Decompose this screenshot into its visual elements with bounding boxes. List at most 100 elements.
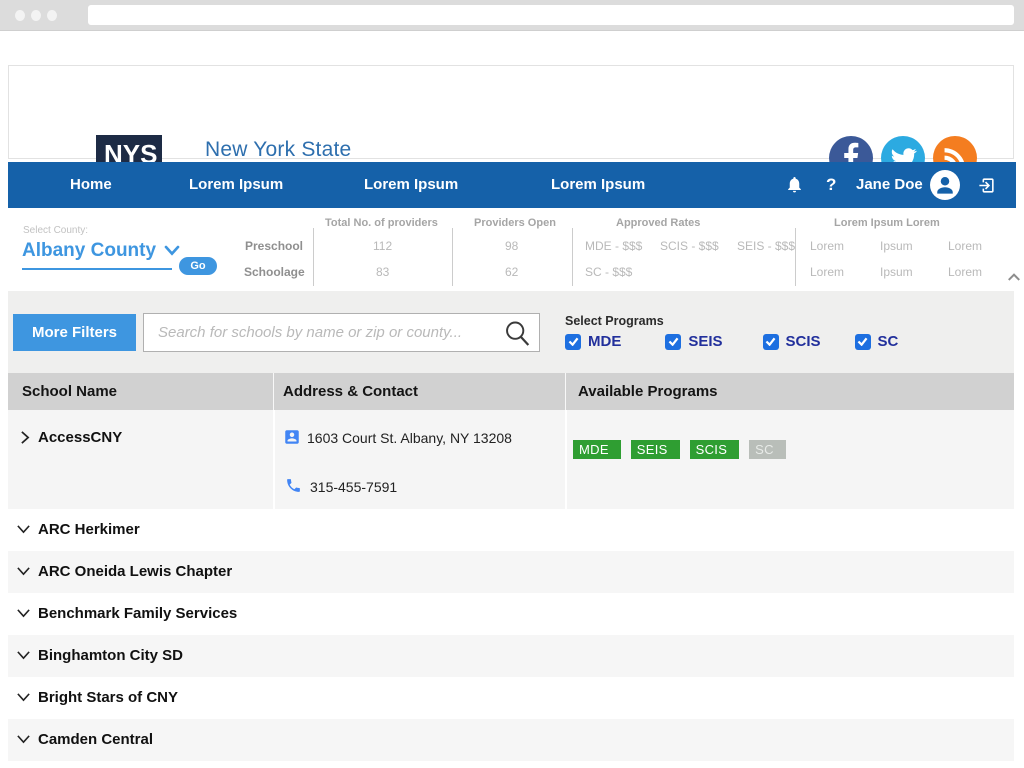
school-name: Benchmark Family Services: [38, 605, 238, 622]
county-dropdown-value[interactable]: Albany County: [22, 240, 156, 262]
row-label-schoolage: Schoolage: [244, 265, 305, 279]
go-button[interactable]: Go: [179, 257, 217, 275]
county-dropdown[interactable]: Albany County: [22, 240, 180, 262]
phone-icon: [287, 479, 300, 492]
stat-value: Lorem: [810, 239, 845, 253]
checkbox-label-mde: MDE: [588, 333, 622, 350]
checkbox-label-seis: SEIS: [688, 333, 723, 350]
search-icon[interactable]: [502, 318, 533, 349]
divider: [452, 228, 453, 286]
logout-icon[interactable]: [977, 176, 996, 195]
nav-item-1[interactable]: Lorem Ipsum: [189, 162, 283, 208]
check-icon: [765, 337, 776, 346]
stat-value: Lorem: [810, 265, 845, 279]
stat-value: MDE - $$$: [585, 239, 643, 253]
school-name: AccessCNY: [38, 429, 123, 446]
program-checkboxes: MDE SEIS SCIS SC: [565, 333, 898, 350]
county-underline: [22, 268, 172, 270]
stat-value: SEIS - $$$: [737, 239, 796, 253]
help-icon[interactable]: ?: [826, 162, 836, 208]
checkbox-mde[interactable]: [565, 333, 581, 350]
nav-item-home[interactable]: Home: [70, 162, 112, 208]
stat-value: SC - $$$: [585, 265, 633, 279]
stat-col-header: Providers Open: [474, 217, 556, 229]
site-header: NYS ED .gov New York State EDUCATION DEP…: [8, 65, 1014, 268]
chevron-down-icon[interactable]: [164, 245, 180, 257]
checkbox-label-scis: SCIS: [785, 333, 821, 350]
column-header-school-name: School Name: [22, 383, 118, 400]
column-header-programs: Available Programs: [578, 383, 718, 400]
column-header-address: Address & Contact: [283, 383, 419, 400]
select-county-label: Select County:: [23, 225, 89, 236]
check-icon: [568, 337, 578, 346]
checkbox-sc[interactable]: [854, 333, 871, 350]
stat-col-header: Lorem Ipsum Lorem: [834, 217, 940, 229]
nav-item-2[interactable]: Lorem Ipsum: [364, 162, 458, 208]
url-bar[interactable]: [88, 5, 1014, 25]
table-row[interactable]: Camden Central: [8, 719, 1014, 761]
chevron-down-icon[interactable]: [16, 648, 31, 662]
school-name: ARC Herkimer: [38, 521, 140, 538]
checkbox-scis[interactable]: [762, 333, 779, 350]
brand-line-1: New York State: [205, 138, 352, 161]
divider: [565, 373, 566, 410]
school-name: Camden Central: [38, 731, 154, 748]
chevron-down-icon[interactable]: [16, 564, 31, 578]
table-row[interactable]: Binghamton City SD: [8, 635, 1014, 677]
checkbox-seis[interactable]: [665, 333, 682, 350]
contact-card-icon: [285, 430, 299, 444]
program-badge-mde: MDE: [573, 440, 621, 459]
window-control-dot[interactable]: [15, 10, 25, 21]
nav-item-3[interactable]: Lorem Ipsum: [551, 162, 645, 208]
stat-value: 112: [373, 239, 393, 253]
table-row[interactable]: ARC Oneida Lewis Chapter: [8, 551, 1014, 593]
stat-value: Ipsum: [880, 239, 913, 253]
table-row[interactable]: Bright Stars of CNY: [8, 677, 1014, 719]
stat-value: 83: [376, 265, 390, 279]
bell-icon[interactable]: [785, 175, 804, 194]
program-badge-sc: SC: [749, 440, 786, 459]
stat-col-header: Approved Rates: [616, 217, 701, 229]
school-search-input[interactable]: [144, 314, 513, 351]
table-row-expanded[interactable]: AccessCNY 1603 Court St. Albany, NY 1320…: [8, 410, 1014, 509]
county-stats-panel: Select County: Albany County Go Preschoo…: [8, 208, 1020, 292]
divider: [795, 228, 796, 286]
chevron-down-icon[interactable]: [16, 606, 31, 620]
school-name: Binghamton City SD: [38, 647, 183, 664]
stat-value: 98: [505, 239, 519, 253]
table-row[interactable]: ARC Herkimer: [8, 509, 1014, 551]
divider: [273, 410, 275, 509]
divider: [273, 373, 274, 410]
filter-bar: More Filters Select Programs MDE SEIS: [8, 291, 1014, 373]
page: NYS ED .gov New York State EDUCATION DEP…: [0, 0, 1024, 768]
check-icon: [857, 337, 868, 346]
window-control-dot[interactable]: [31, 10, 41, 21]
school-name: ARC Oneida Lewis Chapter: [38, 563, 233, 580]
checkbox-label-sc: SC: [877, 333, 899, 350]
school-address: 1603 Court St. Albany, NY 13208: [307, 430, 512, 446]
school-search-box: [143, 313, 540, 352]
chevron-up-icon[interactable]: [1007, 272, 1021, 282]
stat-value: Lorem: [948, 265, 983, 279]
browser-chrome: [0, 0, 1024, 31]
avatar-icon[interactable]: [930, 170, 960, 200]
stat-value: SCIS - $$$: [660, 239, 719, 253]
row-label-preschool: Preschool: [245, 239, 304, 253]
chevron-down-icon[interactable]: [16, 690, 31, 704]
check-icon: [668, 337, 679, 346]
chevron-right-icon[interactable]: [18, 430, 32, 445]
school-phone: 315-455-7591: [310, 479, 398, 495]
program-badges: MDE SEIS SCIS SC: [573, 440, 786, 459]
window-controls[interactable]: [15, 10, 57, 21]
stat-value: Ipsum: [880, 265, 913, 279]
table-header: School Name Address & Contact Available …: [8, 373, 1014, 410]
chevron-down-icon[interactable]: [16, 732, 31, 746]
window-control-dot[interactable]: [47, 10, 57, 21]
program-badge-seis: SEIS: [630, 440, 680, 459]
stat-value: 62: [505, 265, 519, 279]
table-row[interactable]: Benchmark Family Services: [8, 593, 1014, 635]
stat-value: Lorem: [948, 239, 983, 253]
main-nav: Home Lorem Ipsum Lorem Ipsum Lorem Ipsum…: [8, 162, 1016, 208]
chevron-down-icon[interactable]: [16, 522, 31, 536]
more-filters-button[interactable]: More Filters: [13, 314, 136, 351]
